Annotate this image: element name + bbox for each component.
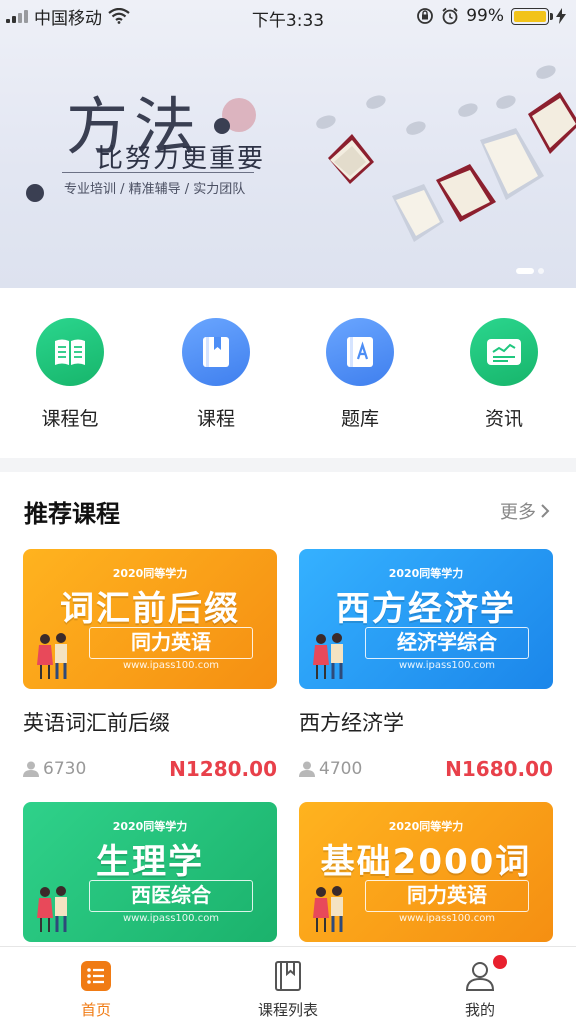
more-link[interactable]: 更多	[500, 498, 550, 524]
notification-badge	[493, 955, 507, 969]
course-package-icon-bg	[36, 318, 104, 386]
question-bank-icon-bg	[326, 318, 394, 386]
pager-dot	[538, 268, 544, 274]
cover-subtitle: 同力英语	[365, 880, 529, 912]
footprint-decoration	[364, 92, 388, 112]
footprint-decoration	[494, 92, 518, 112]
footprint-decoration	[534, 62, 558, 82]
cover-title: 生理学	[96, 842, 204, 882]
course-cover: 2020同等学力 生理学 西医综合 www.ipass100.com	[23, 802, 277, 942]
tab-course-list[interactable]: 课程列表	[228, 959, 348, 1020]
course-card[interactable]: 2020同等学力 基础2000词 同力英语 www.ipass100.com	[299, 802, 553, 942]
decorative-dot	[214, 118, 230, 134]
cover-title: 基础2000词	[320, 842, 532, 882]
tab-profile[interactable]: 我的	[420, 955, 540, 1020]
quick-links: 课程包 课程 题库 资讯	[0, 288, 576, 458]
cover-year: 2020同等学力	[112, 820, 188, 833]
charging-icon	[556, 8, 566, 24]
tab-label: 我的	[464, 1001, 495, 1019]
course-list-icon	[271, 959, 305, 993]
bookmark-book-icon	[203, 337, 229, 367]
course-icon-bg	[182, 318, 250, 386]
user-icon	[463, 955, 507, 993]
rotation-lock-icon	[417, 8, 434, 24]
home-list-icon	[79, 959, 113, 993]
student-count-value: 6730	[43, 759, 87, 779]
chevron-right-icon	[541, 504, 550, 518]
quick-link-news[interactable]: 资讯	[444, 318, 564, 431]
quick-link-label: 资讯	[484, 408, 523, 430]
alarm-icon	[442, 7, 458, 25]
course-cover: 2020同等学力 西方经济学 经济学综合 www.ipass100.com	[299, 549, 553, 689]
course-price: N1280.00	[169, 757, 277, 781]
cover-year: 2020同等学力	[112, 567, 188, 580]
tab-label: 课程列表	[257, 1001, 318, 1019]
course-price: N1680.00	[445, 757, 553, 781]
banner-subtitle: 比努力更重要	[97, 144, 266, 174]
battery-icon	[511, 7, 553, 25]
quick-link-course-package[interactable]: 课程包	[10, 318, 130, 431]
student-count: 6730	[23, 759, 86, 779]
tab-label: 首页	[80, 1001, 111, 1019]
battery-percent: 99%	[466, 6, 504, 26]
carousel-pager	[516, 268, 544, 274]
cover-subtitle: 西医综合	[89, 880, 253, 912]
cover-url: www.ipass100.com	[398, 660, 496, 671]
course-meta: 4700 N1680.00	[299, 757, 553, 781]
students-illustration	[313, 886, 343, 932]
course-title: 西方经济学	[299, 711, 404, 735]
news-icon	[487, 339, 521, 365]
person-icon	[299, 761, 315, 777]
cover-year: 2020同等学力	[388, 567, 464, 580]
cover-title: 词汇前后缀	[60, 589, 240, 629]
section-divider	[0, 458, 576, 472]
cover-year: 2020同等学力	[388, 820, 464, 833]
course-card[interactable]: 2020同等学力 词汇前后缀 同力英语 www.ipass100.com 英语词…	[23, 549, 277, 781]
banner-divider	[62, 172, 254, 173]
bottom-tab-bar: 首页 课程列表 我的	[0, 946, 576, 1024]
quick-link-question-bank[interactable]: 题库	[300, 318, 420, 431]
course-cover: 2020同等学力 基础2000词 同力英语 www.ipass100.com	[299, 802, 553, 942]
students-illustration	[313, 633, 343, 679]
student-count: 4700	[299, 759, 362, 779]
open-book-illustration	[528, 92, 576, 154]
section-title: 推荐课程	[24, 500, 120, 528]
course-meta: 6730 N1280.00	[23, 757, 277, 781]
course-card[interactable]: 2020同等学力 西方经济学 经济学综合 www.ipass100.com 西方…	[299, 549, 553, 781]
cover-title: 西方经济学	[336, 589, 516, 629]
pager-dot-active	[516, 268, 534, 274]
decorative-dot	[26, 184, 44, 202]
student-count-value: 4700	[319, 759, 363, 779]
students-illustration	[37, 633, 67, 679]
news-icon-bg	[470, 318, 538, 386]
cover-url: www.ipass100.com	[122, 913, 220, 924]
banner-carousel[interactable]: 方法 比努力更重要 专业培训 / 精准辅导 / 实力团队	[0, 0, 576, 288]
footprint-decoration	[456, 100, 480, 120]
quick-link-course[interactable]: 课程	[156, 318, 276, 431]
course-title: 英语词汇前后缀	[23, 711, 170, 735]
quick-link-label: 课程	[196, 408, 235, 430]
more-link-label: 更多	[500, 502, 536, 523]
person-icon	[23, 761, 39, 777]
cover-subtitle: 经济学综合	[365, 627, 529, 659]
footprint-decoration	[404, 118, 428, 138]
students-illustration	[37, 886, 67, 932]
cover-subtitle: 同力英语	[89, 627, 253, 659]
course-card[interactable]: 2020同等学力 生理学 西医综合 www.ipass100.com	[23, 802, 277, 942]
quick-link-label: 课程包	[41, 408, 99, 430]
status-bar: 中国移动 下午3:33 99%	[0, 0, 576, 32]
book-open-icon	[55, 339, 85, 365]
banner-tags: 专业培训 / 精准辅导 / 实力团队	[64, 182, 246, 197]
quick-link-label: 题库	[340, 408, 379, 430]
cover-url: www.ipass100.com	[398, 913, 496, 924]
question-bank-icon	[347, 337, 373, 367]
tab-home[interactable]: 首页	[36, 959, 156, 1020]
cover-url: www.ipass100.com	[122, 660, 220, 671]
course-cover: 2020同等学力 词汇前后缀 同力英语 www.ipass100.com	[23, 549, 277, 689]
